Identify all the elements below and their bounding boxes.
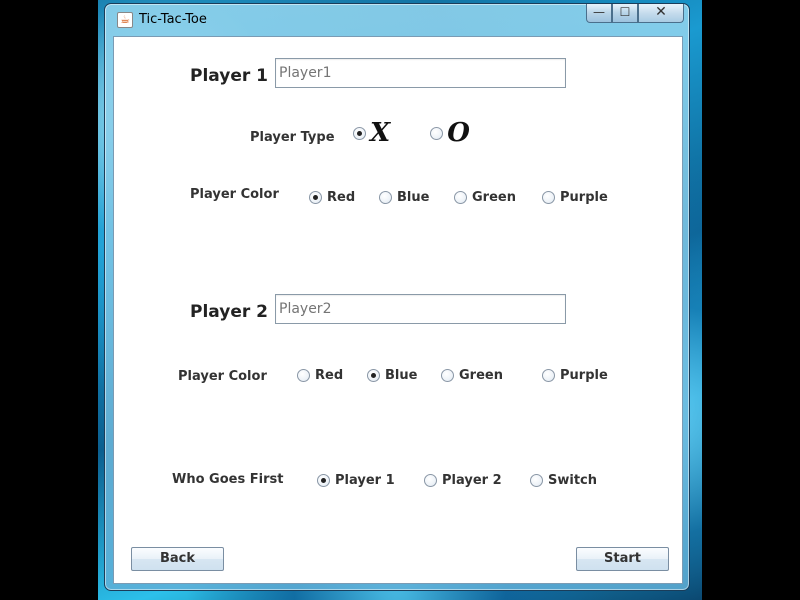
player1-color-blue-radio[interactable]: Blue [379,190,429,205]
client-area: Player 1 Player Type X O Player Color Re… [113,36,683,584]
radio-button-icon [454,191,467,204]
maximize-button[interactable]: ☐ [612,4,638,23]
player2-color-purple-radio[interactable]: Purple [542,368,608,383]
radio-button-icon [424,474,437,487]
radio-label: Green [459,368,503,383]
first-player2-radio[interactable]: Player 2 [424,473,502,488]
player1-type-group: X O [353,118,470,148]
player1-type-x-radio[interactable]: X [353,118,391,148]
o-symbol: O [447,118,470,148]
radio-button-icon [353,126,366,140]
player1-color-red-radio[interactable]: Red [309,190,355,205]
java-app-icon: ☕ [117,12,133,28]
title-bar[interactable]: ☕ Tic-Tac-Toe — ☐ ✕ [105,4,689,36]
radio-label: Player 2 [442,473,502,488]
player1-name-input[interactable] [275,58,566,88]
first-player1-radio[interactable]: Player 1 [317,473,395,488]
radio-button-icon [430,126,444,140]
radio-button-icon [441,369,454,382]
back-button[interactable]: Back [131,547,224,571]
radio-label: Red [327,190,356,205]
player2-color-label: Player Color [178,369,267,384]
tic-tac-toe-window: ☕ Tic-Tac-Toe — ☐ ✕ Player 1 Player Type… [104,3,690,591]
close-button[interactable]: ✕ [638,4,684,23]
radio-button-icon [297,369,310,382]
player1-color-label: Player Color [190,187,279,202]
radio-label: Blue [385,368,418,383]
start-button[interactable]: Start [576,547,669,571]
radio-label: Purple [560,368,608,383]
radio-button-icon [309,191,322,204]
radio-label: Green [472,190,516,205]
radio-button-icon [542,369,555,382]
radio-button-icon [530,474,543,487]
player2-label: Player 2 [190,302,268,322]
player1-label: Player 1 [190,66,268,86]
who-goes-first-label: Who Goes First [172,472,284,487]
window-controls: — ☐ ✕ [586,4,684,24]
radio-button-icon [379,191,392,204]
x-symbol: X [370,118,391,148]
radio-button-icon [317,474,330,487]
minimize-button[interactable]: — [586,4,612,23]
player1-color-green-radio[interactable]: Green [454,190,516,205]
radio-label: Blue [397,190,430,205]
first-switch-radio[interactable]: Switch [530,473,597,488]
player1-type-o-radio[interactable]: O [430,118,470,148]
player2-color-red-radio[interactable]: Red [297,368,343,383]
player2-color-blue-radio[interactable]: Blue [367,368,417,383]
radio-button-icon [367,369,380,382]
radio-label: Switch [548,473,598,488]
radio-label: Red [315,368,344,383]
radio-button-icon [542,191,555,204]
radio-label: Purple [560,190,608,205]
player1-type-label: Player Type [250,130,335,145]
window-title: Tic-Tac-Toe [139,12,207,27]
player1-color-purple-radio[interactable]: Purple [542,190,608,205]
player2-name-input[interactable] [275,294,566,324]
player2-color-green-radio[interactable]: Green [441,368,503,383]
radio-label: Player 1 [335,473,395,488]
